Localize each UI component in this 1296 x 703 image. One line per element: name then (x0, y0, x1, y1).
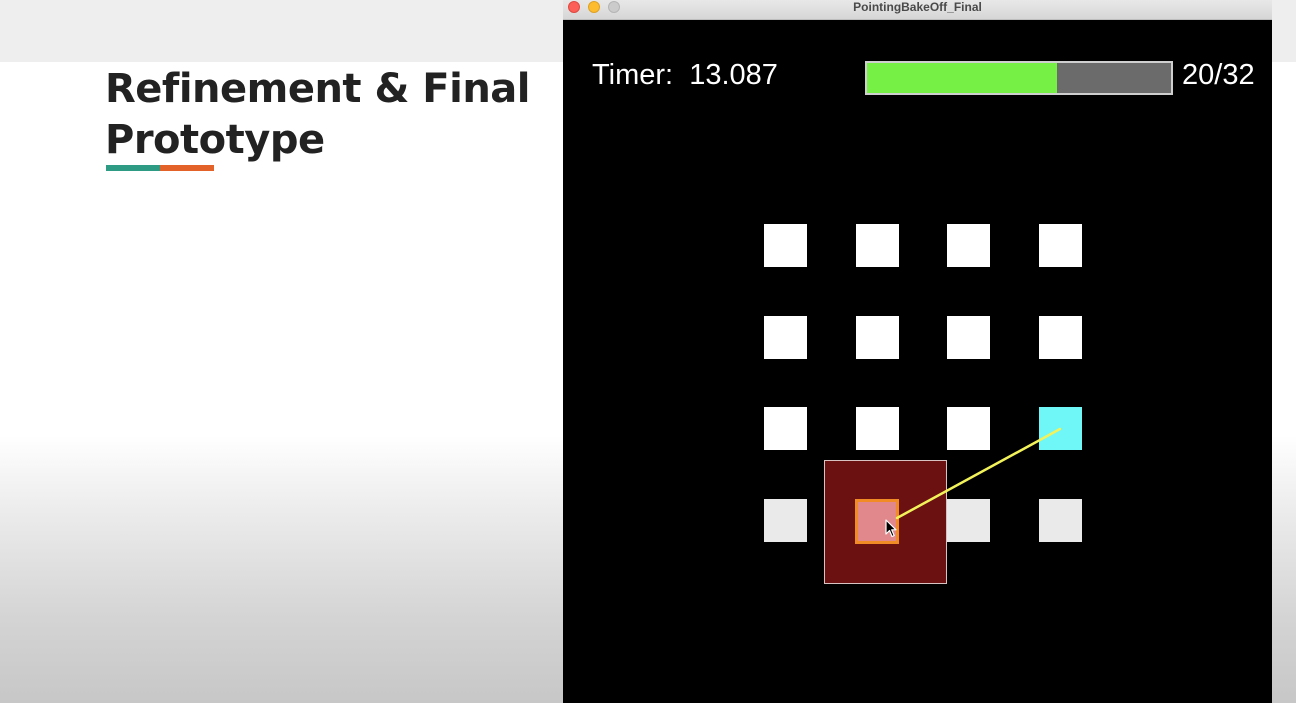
presentation-slide: Refinement & Final Prototype PointingBak… (0, 0, 1296, 703)
mouse-pointer-icon (885, 519, 897, 538)
app-window: PointingBakeOff_Final Timer: 13.087 20/3… (563, 0, 1272, 703)
underline-orange-segment (160, 165, 214, 171)
guide-line (895, 427, 1062, 520)
underline-teal-segment (106, 165, 160, 171)
game-canvas[interactable]: Timer: 13.087 20/32 (563, 20, 1272, 703)
guide-line-path (895, 427, 1062, 520)
window-title: PointingBakeOff_Final (853, 0, 982, 14)
window-titlebar[interactable]: PointingBakeOff_Final (563, 0, 1272, 20)
slide-title: Refinement & Final Prototype (105, 66, 531, 163)
title-underline (106, 165, 214, 171)
